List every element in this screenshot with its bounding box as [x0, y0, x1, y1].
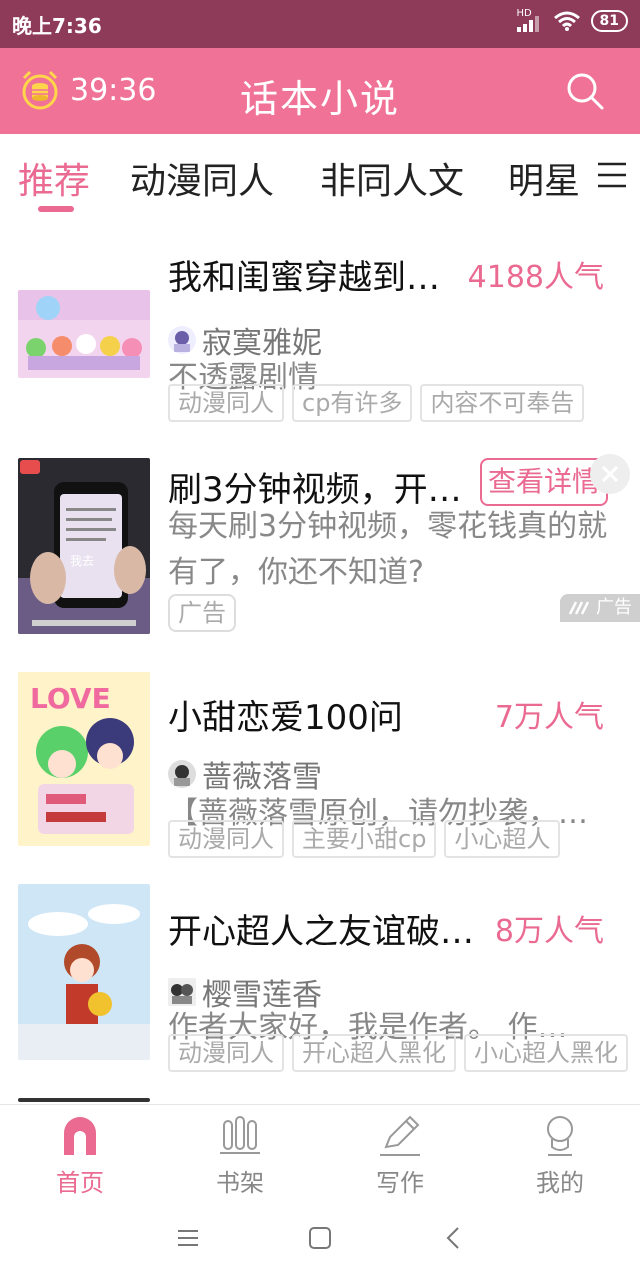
ad-tag: 广告	[168, 594, 236, 632]
nav-home[interactable]: 首页	[0, 1113, 160, 1198]
ad-card[interactable]: 我去 刷3分钟视频，开… 查看详情 每天刷3分钟视频，零花钱真的就有了，你还不知…	[0, 440, 640, 653]
book-card[interactable]	[0, 1080, 640, 1104]
ad-label-text: 广告	[596, 597, 632, 618]
wifi-icon	[553, 11, 580, 31]
tag[interactable]: 小心超人黑化	[464, 1034, 628, 1072]
book-cover[interactable]	[18, 884, 150, 1060]
tag[interactable]: 主要小甜cp	[292, 820, 437, 858]
ad-image-caption: 我去	[70, 554, 95, 568]
nav-label: 我的	[536, 1169, 584, 1197]
tag[interactable]: 动漫同人	[168, 1034, 284, 1072]
home-icon	[64, 1117, 96, 1155]
author-avatar	[168, 760, 196, 788]
app-header: 39:36 话本小说	[0, 48, 640, 134]
back-icon[interactable]	[438, 1222, 470, 1254]
book-title: 开心超人之友谊破…	[168, 912, 474, 952]
ad-description: 每天刷3分钟视频，零花钱真的就有了，你还不知道?	[168, 509, 608, 590]
category-tabs: 推荐 动漫同人 非同人文 明星同人	[0, 134, 640, 215]
nav-label: 首页	[56, 1169, 104, 1197]
profile-icon	[547, 1116, 573, 1156]
view-details-button[interactable]: 查看详情	[480, 458, 608, 506]
bookshelf-icon	[220, 1116, 260, 1154]
status-icons: HD 81	[516, 8, 628, 32]
tag[interactable]: 动漫同人	[168, 820, 284, 858]
bottom-nav: 首页 书架 写作 我的	[0, 1104, 640, 1197]
ad-image[interactable]	[18, 458, 150, 634]
ad-label: 广告	[560, 594, 640, 622]
tab-anime-fanfic[interactable]: 动漫同人	[130, 152, 274, 204]
tag[interactable]: 开心超人黑化	[292, 1034, 456, 1072]
status-time: 晚上7:36	[12, 14, 102, 38]
popularity-count: 8万人气	[494, 914, 604, 949]
book-title: 我和闺蜜穿越到…	[168, 258, 440, 298]
app-title: 话本小说	[239, 77, 400, 121]
book-cover[interactable]	[18, 1098, 150, 1102]
tag[interactable]: 小心超人	[444, 820, 561, 858]
tag[interactable]: 动漫同人	[168, 384, 284, 422]
book-card[interactable]: LOVE 小甜恋爱100问 7万人气 蔷薇落雪 【蔷薇落雪原创，请勿抄袭，… 动…	[0, 652, 640, 867]
nav-label: 书架	[216, 1169, 264, 1197]
svg-text:LOVE: LOVE	[30, 682, 111, 715]
pen-icon	[380, 1115, 420, 1156]
tab-original[interactable]: 非同人文	[320, 152, 464, 204]
tag[interactable]: cp有许多	[292, 384, 413, 422]
nav-label: 写作	[376, 1169, 424, 1197]
search-icon[interactable]	[564, 70, 606, 112]
tag-list: 动漫同人 cp有许多 内容不可奉告	[168, 384, 585, 422]
home-button-icon[interactable]	[304, 1222, 336, 1254]
author-avatar	[168, 326, 196, 354]
tab-recommend[interactable]: 推荐	[18, 152, 90, 204]
close-icon[interactable]	[590, 454, 630, 494]
menu-icon[interactable]	[594, 160, 630, 190]
active-tab-indicator	[38, 206, 74, 212]
tag[interactable]: 内容不可奉告	[420, 384, 585, 422]
system-nav-bar	[0, 1196, 640, 1280]
tag-list: 动漫同人 主要小甜cp 小心超人	[168, 820, 561, 858]
nav-profile[interactable]: 我的	[480, 1113, 640, 1198]
book-cover[interactable]: LOVE	[18, 672, 150, 846]
popularity-count: 7万人气	[494, 700, 604, 735]
popularity-count: 4188人气	[467, 260, 604, 295]
book-card[interactable]: 我和闺蜜穿越到… 4188人气 寂寞雅妮 不透露剧情 动漫同人 cp有许多 内容…	[0, 214, 640, 441]
book-cover[interactable]	[18, 290, 150, 378]
tag-list: 动漫同人 开心超人黑化 小心超人黑化	[168, 1034, 628, 1072]
signal-icon: HD	[516, 8, 543, 32]
status-bar: 晚上7:36 HD 81	[0, 0, 640, 48]
nav-write[interactable]: 写作	[320, 1113, 480, 1198]
book-title: 小甜恋爱100问	[168, 698, 403, 738]
nav-bookshelf[interactable]: 书架	[160, 1113, 320, 1198]
battery-indicator: 81	[590, 10, 628, 32]
book-card[interactable]: 开心超人之友谊破… 8万人气 樱雪莲香 作者大家好，我是作者。 作… 动漫同人 …	[0, 866, 640, 1081]
ad-logo-icon	[568, 601, 590, 615]
recent-apps-icon[interactable]	[172, 1222, 204, 1254]
